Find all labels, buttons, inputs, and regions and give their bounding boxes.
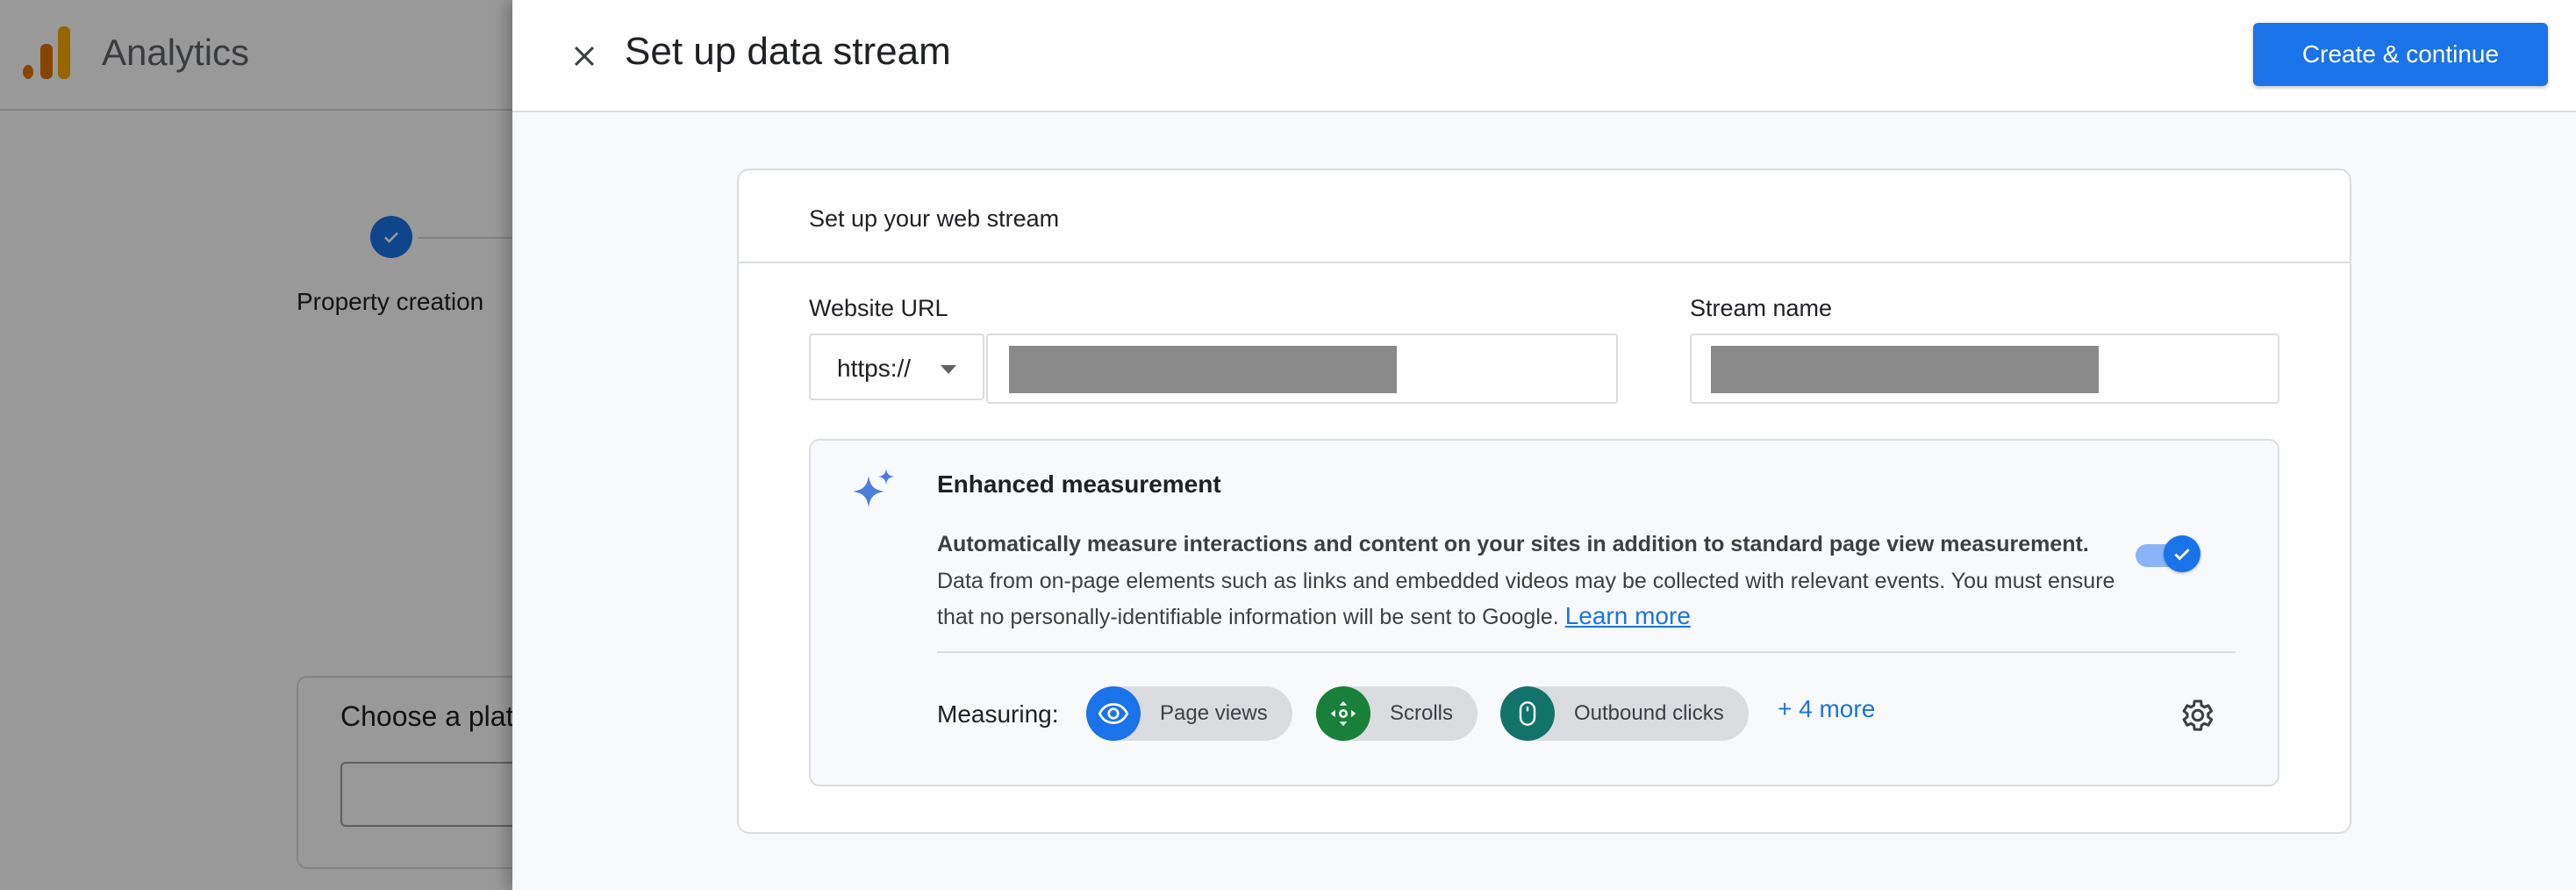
website-url-input[interactable] [986, 334, 1618, 404]
chip-scrolls[interactable]: Scrolls [1316, 686, 1478, 741]
create-and-continue-button[interactable]: Create & continue [2253, 23, 2548, 86]
close-icon [574, 46, 595, 67]
panel-header: Set up data stream Create & continue [512, 0, 2576, 112]
stream-name-label: Stream name [1690, 295, 1833, 321]
close-button[interactable] [558, 30, 611, 83]
stream-name-input[interactable] [1690, 334, 2279, 404]
setup-data-stream-panel: Set up data stream Create & continue Set… [512, 0, 2576, 890]
toggle-check-icon [2164, 535, 2200, 572]
chip-label: Page views [1160, 701, 1268, 725]
dropdown-caret-icon [941, 365, 956, 374]
chip-label: Outbound clicks [1574, 701, 1724, 725]
scroll-arrows-icon [1316, 686, 1370, 741]
card-header: Set up your web stream [739, 170, 2350, 263]
eye-icon [1086, 686, 1141, 741]
more-measurements-link[interactable]: + 4 more [1778, 695, 1875, 723]
protocol-select[interactable]: https:// [809, 334, 984, 400]
chip-label: Scrolls [1390, 701, 1454, 725]
panel-title: Set up data stream [625, 30, 951, 73]
mouse-icon [1500, 686, 1555, 741]
card-title: Set up your web stream [809, 205, 1060, 232]
measuring-label: Measuring: [937, 700, 1059, 728]
protocol-value: https:// [837, 355, 912, 382]
enhanced-measurement-description: Data from on-page elements such as links… [937, 563, 2130, 635]
web-stream-card: Set up your web stream Website URL https… [737, 169, 2351, 834]
enhanced-measurement-title: Enhanced measurement [937, 470, 1221, 498]
gear-icon[interactable] [2176, 695, 2216, 736]
learn-more-link[interactable]: Learn more [1565, 602, 1691, 629]
enhanced-measurement-toggle[interactable] [2136, 534, 2206, 574]
sparkle-icon [853, 469, 894, 507]
enhanced-measurement-section: Enhanced measurement Automatically measu… [809, 439, 2279, 786]
redacted-value [1009, 346, 1397, 393]
chip-outbound-clicks[interactable]: Outbound clicks [1500, 686, 1749, 741]
website-url-label: Website URL [809, 295, 948, 321]
redacted-value [1711, 346, 2099, 393]
description-text: Data from on-page elements such as links… [937, 569, 2115, 629]
enhanced-measurement-summary: Automatically measure interactions and c… [937, 532, 2089, 556]
divider [937, 651, 2236, 653]
chip-page-views[interactable]: Page views [1086, 686, 1292, 741]
